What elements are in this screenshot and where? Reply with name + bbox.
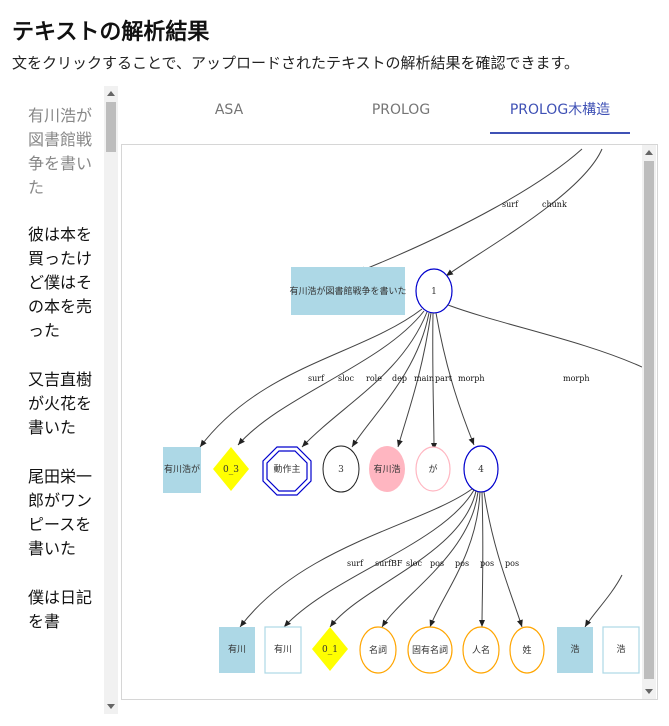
edge-morph-2 xyxy=(447,304,642,368)
edge-label: pos xyxy=(480,559,494,568)
edge-label: morph xyxy=(563,374,590,383)
next-morph-surf-label: 浩 xyxy=(570,643,579,655)
edge-label: surfBF xyxy=(375,559,403,568)
sentence-list[interactable]: 有川浩が図書館戦争を書いた 彼は本を買ったけど僕はその本を売った 又吉直樹が火花… xyxy=(12,86,120,714)
pos-node-label: 姓 xyxy=(522,644,531,656)
prolog-tree-panel[interactable]: surf chunk 有川浩が図書館戦争を書いた 1 surf sloc rol… xyxy=(121,144,658,700)
scrollbar-thumb[interactable] xyxy=(106,102,116,152)
sentence-item[interactable]: 彼は本を買ったけど僕はその本を売った xyxy=(28,223,94,343)
edge-label: pos xyxy=(455,559,469,568)
sentence-item[interactable]: 有川浩が図書館戦争を書いた xyxy=(28,104,94,200)
edge-label: surf xyxy=(347,559,364,568)
role-node-label: 動作主 xyxy=(273,463,300,475)
pos-node-label: 人名 xyxy=(472,644,490,656)
scrollbar-thumb[interactable] xyxy=(644,161,654,679)
tab-prolog[interactable]: PROLOG xyxy=(322,92,480,134)
edge-label: surf xyxy=(308,374,325,383)
sentence-item[interactable]: 尾田栄一郎がワンピースを書いた xyxy=(28,465,94,561)
morph-surfBF-label: 有川 xyxy=(274,643,292,655)
scroll-up-icon[interactable] xyxy=(107,91,115,96)
part-node-label: が xyxy=(428,463,437,475)
tab-asa[interactable]: ASA xyxy=(152,92,306,134)
scroll-up-icon[interactable] xyxy=(645,150,653,155)
morph-sloc-label: 0_1 xyxy=(322,645,338,655)
main-node-label: 有川浩 xyxy=(373,463,400,475)
edge-chunk-top xyxy=(445,148,603,277)
sentence-list-scrollbar[interactable] xyxy=(104,86,118,714)
active-tab-indicator xyxy=(490,132,630,134)
sloc-node-label: 0_3 xyxy=(223,465,239,475)
morph-node-label: 4 xyxy=(478,465,484,475)
page-subtitle: 文をクリックすることで、アップロードされたテキストの解析結果を確認できます。 xyxy=(12,54,580,72)
edge-label: sloc xyxy=(406,559,422,568)
scroll-down-icon[interactable] xyxy=(645,689,653,694)
edge-label: pos xyxy=(430,559,444,568)
sentence-item[interactable]: 又吉直樹が火花を書いた xyxy=(28,368,94,440)
edge-label: surf xyxy=(502,200,519,209)
edge-label: main xyxy=(414,374,434,383)
edge-label: sloc xyxy=(338,374,354,383)
morph-surf-label: 有川 xyxy=(228,643,246,655)
chunk-surf-label: 有川浩が図書館戦争を書いた xyxy=(289,285,406,297)
edge-label: morph xyxy=(458,374,485,383)
surf-node-label: 有川浩が xyxy=(164,463,200,475)
scroll-down-icon[interactable] xyxy=(107,704,115,709)
edge-surf-top xyxy=(357,148,583,273)
tab-prolog-tree[interactable]: PROLOG木構造 xyxy=(490,92,630,134)
sentence-item[interactable]: 僕は日記を書 xyxy=(28,586,94,634)
edge-label: pos xyxy=(505,559,519,568)
graph-scrollbar[interactable] xyxy=(642,145,656,699)
next-morph-surfBF-label: 浩 xyxy=(616,643,625,655)
dep-node-label: 3 xyxy=(338,465,344,475)
pos-node-label: 固有名詞 xyxy=(412,644,448,656)
edge-label: chunk xyxy=(542,200,567,209)
edge-label: dep xyxy=(392,374,407,383)
prolog-tree-graph: surf chunk 有川浩が図書館戦争を書いた 1 surf sloc rol… xyxy=(163,148,642,674)
edge-label: role xyxy=(366,374,382,383)
edge-label: part xyxy=(435,374,453,383)
pos-node-label: 名詞 xyxy=(369,644,387,656)
edge-next xyxy=(584,574,623,628)
edge-m-surf xyxy=(239,488,473,628)
result-tabs: ASA PROLOG PROLOG木構造 xyxy=(136,92,636,136)
page-title: テキストの解析結果 xyxy=(12,20,210,45)
chunk-id: 1 xyxy=(431,287,437,297)
